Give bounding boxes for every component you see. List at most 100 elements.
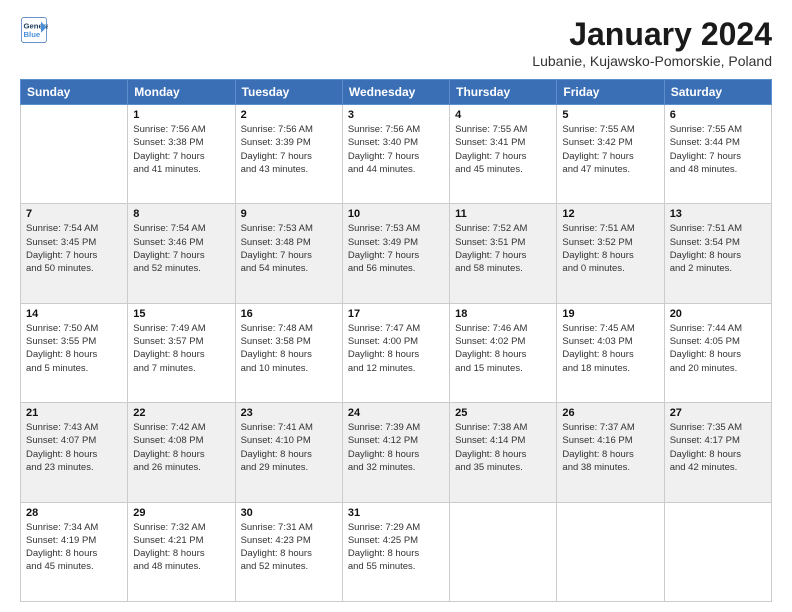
day-cell: 4 Sunrise: 7:55 AMSunset: 3:41 PMDaylight… — [450, 105, 557, 204]
week-row-0: 1Sunrise: 7:56 AMSunset: 3:38 PMDaylight… — [21, 105, 772, 204]
day-number: 17 — [348, 308, 444, 320]
month-title: January 2024 — [532, 16, 772, 53]
logo-icon: General Blue — [20, 16, 48, 44]
day-info: Sunrise: 7:37 AMSunset: 4:16 PMDaylight:… — [562, 421, 658, 474]
day-info: Sunrise: 7:38 AMSunset: 4:14 PMDaylight:… — [455, 421, 551, 474]
day-cell: 17 Sunrise: 7:47 AMSunset: 4:00 PMDayligh… — [342, 303, 449, 402]
day-info: Sunrise: 7:47 AMSunset: 4:00 PMDaylight:… — [348, 322, 444, 375]
day-info: Sunrise: 7:41 AMSunset: 4:10 PMDaylight:… — [241, 421, 337, 474]
weekday-header-row: SundayMondayTuesdayWednesdayThursdayFrid… — [21, 80, 772, 105]
day-cell: 7Sunrise: 7:54 AMSunset: 3:45 PMDaylight… — [21, 204, 128, 303]
day-number: 21 — [26, 407, 122, 419]
day-number: 27 — [670, 407, 766, 419]
day-info: Sunrise: 7:46 AMSunset: 4:02 PMDaylight:… — [455, 322, 551, 375]
day-cell: 2 Sunrise: 7:56 AMSunset: 3:39 PMDaylight… — [235, 105, 342, 204]
week-row-4: 28 Sunrise: 7:34 AMSunset: 4:19 PMDayligh… — [21, 502, 772, 601]
day-info: Sunrise: 7:55 AMSunset: 3:42 PMDaylight:… — [562, 123, 658, 176]
day-cell: 8Sunrise: 7:54 AMSunset: 3:46 PMDaylight… — [128, 204, 235, 303]
weekday-header-friday: Friday — [557, 80, 664, 105]
day-info: Sunrise: 7:55 AMSunset: 3:41 PMDaylight:… — [455, 123, 551, 176]
day-number: 14 — [26, 308, 122, 320]
day-number: 3 — [348, 109, 444, 121]
weekday-header-wednesday: Wednesday — [342, 80, 449, 105]
weekday-header-sunday: Sunday — [21, 80, 128, 105]
day-cell — [450, 502, 557, 601]
day-info: Sunrise: 7:55 AMSunset: 3:44 PMDaylight:… — [670, 123, 766, 176]
day-info: Sunrise: 7:50 AMSunset: 3:55 PMDaylight:… — [26, 322, 122, 375]
day-number: 4 — [455, 109, 551, 121]
weekday-header-monday: Monday — [128, 80, 235, 105]
calendar-table: SundayMondayTuesdayWednesdayThursdayFrid… — [20, 79, 772, 602]
day-info: Sunrise: 7:53 AMSunset: 3:48 PMDaylight:… — [241, 222, 337, 275]
day-number: 29 — [133, 507, 229, 519]
day-cell: 25 Sunrise: 7:38 AMSunset: 4:14 PMDayligh… — [450, 403, 557, 502]
day-info: Sunrise: 7:56 AMSunset: 3:39 PMDaylight:… — [241, 123, 337, 176]
day-cell — [664, 502, 771, 601]
week-row-1: 7Sunrise: 7:54 AMSunset: 3:45 PMDaylight… — [21, 204, 772, 303]
day-info: Sunrise: 7:42 AMSunset: 4:08 PMDaylight:… — [133, 421, 229, 474]
day-info: Sunrise: 7:56 AMSunset: 3:40 PMDaylight:… — [348, 123, 444, 176]
day-cell: 3 Sunrise: 7:56 AMSunset: 3:40 PMDaylight… — [342, 105, 449, 204]
day-cell: 27Sunrise: 7:35 AMSunset: 4:17 PMDayligh… — [664, 403, 771, 502]
day-number: 19 — [562, 308, 658, 320]
day-number: 28 — [26, 507, 122, 519]
day-cell: 5Sunrise: 7:55 AMSunset: 3:42 PMDaylight… — [557, 105, 664, 204]
day-number: 23 — [241, 407, 337, 419]
day-number: 16 — [241, 308, 337, 320]
day-number: 18 — [455, 308, 551, 320]
day-cell: 22 Sunrise: 7:42 AMSunset: 4:08 PMDayligh… — [128, 403, 235, 502]
location: Lubanie, Kujawsko-Pomorskie, Poland — [532, 53, 772, 69]
day-info: Sunrise: 7:32 AMSunset: 4:21 PMDaylight:… — [133, 521, 229, 574]
day-cell: 18 Sunrise: 7:46 AMSunset: 4:02 PMDayligh… — [450, 303, 557, 402]
day-info: Sunrise: 7:43 AMSunset: 4:07 PMDaylight:… — [26, 421, 122, 474]
day-number: 2 — [241, 109, 337, 121]
day-number: 11 — [455, 208, 551, 220]
day-number: 31 — [348, 507, 444, 519]
day-info: Sunrise: 7:48 AMSunset: 3:58 PMDaylight:… — [241, 322, 337, 375]
day-cell: 20 Sunrise: 7:44 AMSunset: 4:05 PMDayligh… — [664, 303, 771, 402]
day-number: 30 — [241, 507, 337, 519]
day-info: Sunrise: 7:34 AMSunset: 4:19 PMDaylight:… — [26, 521, 122, 574]
day-cell: 12Sunrise: 7:51 AMSunset: 3:52 PMDayligh… — [557, 204, 664, 303]
day-cell: 21 Sunrise: 7:43 AMSunset: 4:07 PMDayligh… — [21, 403, 128, 502]
weekday-header-thursday: Thursday — [450, 80, 557, 105]
day-cell — [21, 105, 128, 204]
day-number: 26 — [562, 407, 658, 419]
day-info: Sunrise: 7:56 AMSunset: 3:38 PMDaylight:… — [133, 123, 229, 176]
day-info: Sunrise: 7:54 AMSunset: 3:46 PMDaylight:… — [133, 222, 229, 275]
day-cell: 23 Sunrise: 7:41 AMSunset: 4:10 PMDayligh… — [235, 403, 342, 502]
day-cell: 24 Sunrise: 7:39 AMSunset: 4:12 PMDayligh… — [342, 403, 449, 502]
day-number: 13 — [670, 208, 766, 220]
day-info: Sunrise: 7:44 AMSunset: 4:05 PMDaylight:… — [670, 322, 766, 375]
page: General Blue January 2024 Lubanie, Kujaw… — [0, 0, 792, 612]
day-info: Sunrise: 7:49 AMSunset: 3:57 PMDaylight:… — [133, 322, 229, 375]
day-number: 9 — [241, 208, 337, 220]
day-cell: 16 Sunrise: 7:48 AMSunset: 3:58 PMDayligh… — [235, 303, 342, 402]
day-number: 25 — [455, 407, 551, 419]
day-number: 7 — [26, 208, 122, 220]
day-number: 20 — [670, 308, 766, 320]
day-cell: 31 Sunrise: 7:29 AMSunset: 4:25 PMDayligh… — [342, 502, 449, 601]
week-row-2: 14 Sunrise: 7:50 AMSunset: 3:55 PMDayligh… — [21, 303, 772, 402]
day-number: 24 — [348, 407, 444, 419]
day-info: Sunrise: 7:31 AMSunset: 4:23 PMDaylight:… — [241, 521, 337, 574]
day-cell: 26 Sunrise: 7:37 AMSunset: 4:16 PMDayligh… — [557, 403, 664, 502]
week-row-3: 21 Sunrise: 7:43 AMSunset: 4:07 PMDayligh… — [21, 403, 772, 502]
day-info: Sunrise: 7:45 AMSunset: 4:03 PMDaylight:… — [562, 322, 658, 375]
day-cell: 10Sunrise: 7:53 AMSunset: 3:49 PMDayligh… — [342, 204, 449, 303]
day-cell: 13 Sunrise: 7:51 AMSunset: 3:54 PMDayligh… — [664, 204, 771, 303]
day-info: Sunrise: 7:29 AMSunset: 4:25 PMDaylight:… — [348, 521, 444, 574]
logo: General Blue — [20, 16, 48, 44]
day-info: Sunrise: 7:39 AMSunset: 4:12 PMDaylight:… — [348, 421, 444, 474]
day-number: 22 — [133, 407, 229, 419]
day-info: Sunrise: 7:51 AMSunset: 3:52 PMDaylight:… — [562, 222, 658, 275]
day-info: Sunrise: 7:51 AMSunset: 3:54 PMDaylight:… — [670, 222, 766, 275]
day-cell: 9 Sunrise: 7:53 AMSunset: 3:48 PMDaylight… — [235, 204, 342, 303]
day-cell: 15Sunrise: 7:49 AMSunset: 3:57 PMDayligh… — [128, 303, 235, 402]
day-cell: 14 Sunrise: 7:50 AMSunset: 3:55 PMDayligh… — [21, 303, 128, 402]
day-cell: 11Sunrise: 7:52 AMSunset: 3:51 PMDayligh… — [450, 204, 557, 303]
title-area: January 2024 Lubanie, Kujawsko-Pomorskie… — [532, 16, 772, 69]
day-number: 6 — [670, 109, 766, 121]
day-cell: 1Sunrise: 7:56 AMSunset: 3:38 PMDaylight… — [128, 105, 235, 204]
day-cell: 6 Sunrise: 7:55 AMSunset: 3:44 PMDaylight… — [664, 105, 771, 204]
